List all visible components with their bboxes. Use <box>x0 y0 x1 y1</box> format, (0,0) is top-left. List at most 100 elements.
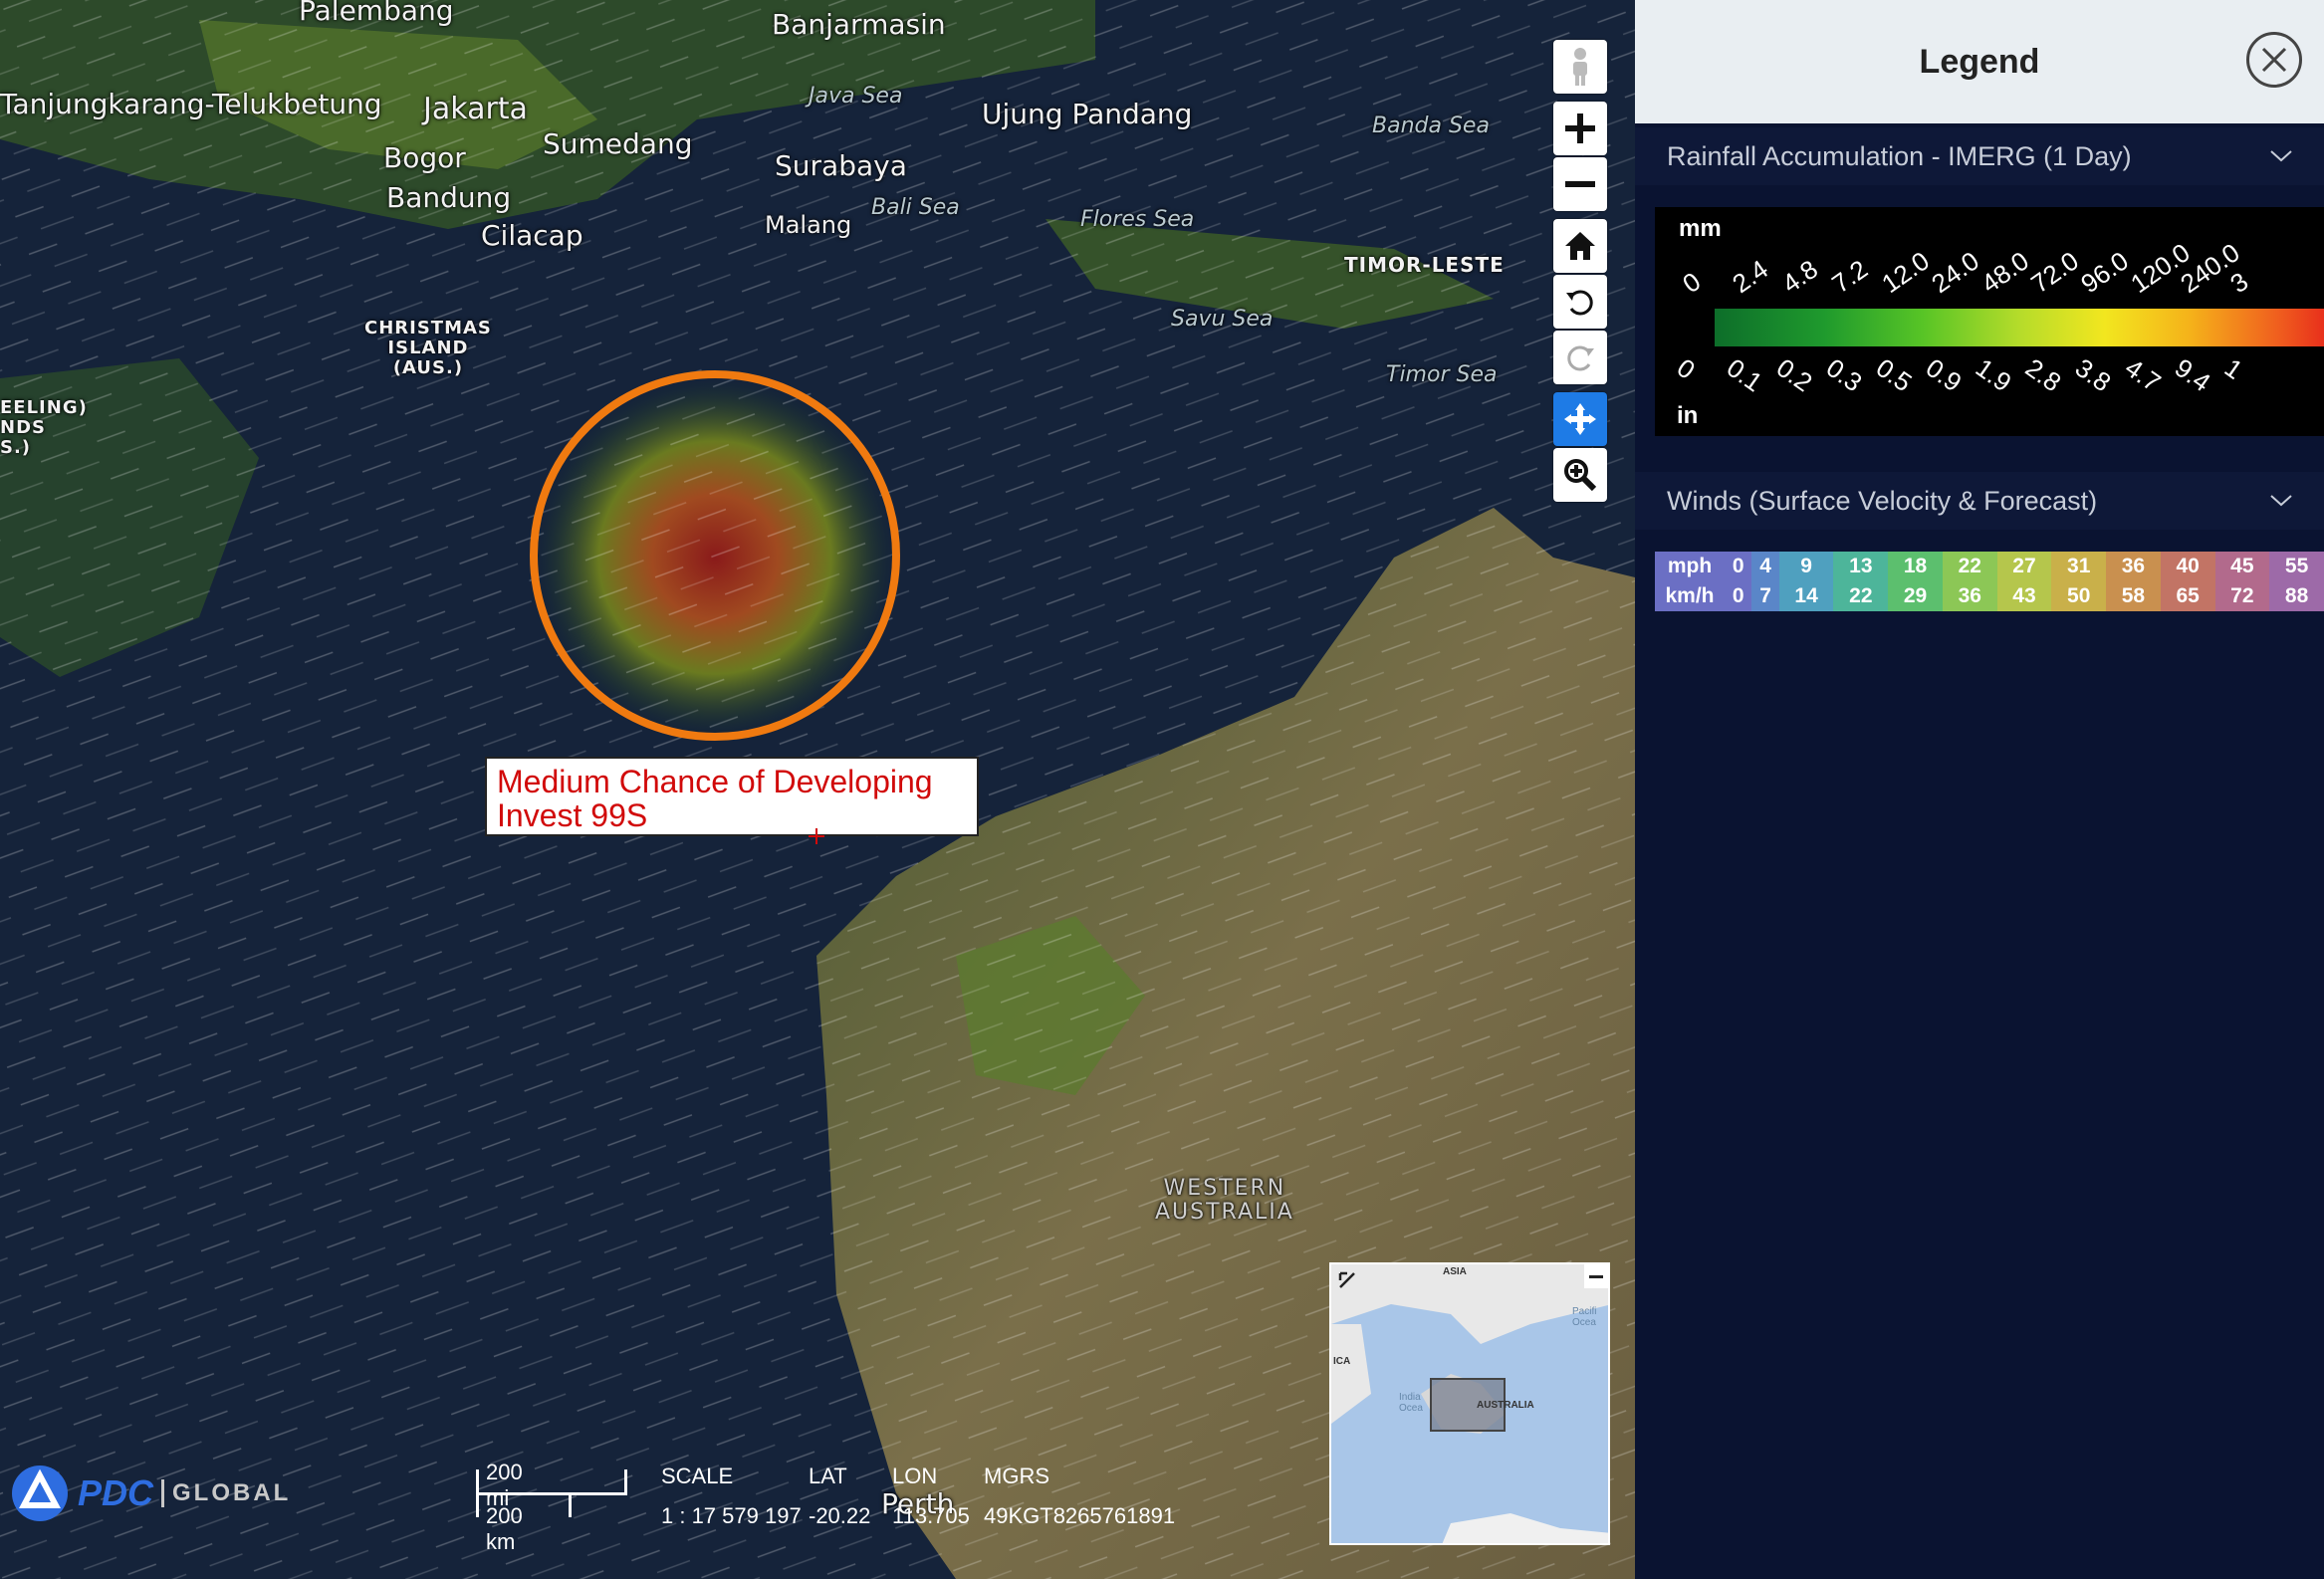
place-cocos-islands: EELING) NDS S.) <box>0 397 88 458</box>
zoom-in-button[interactable] <box>1553 102 1607 155</box>
place-timor-sea: Timor Sea <box>1386 362 1498 387</box>
rainfall-in-tick: 0.1 <box>1721 352 1768 398</box>
rainfall-in-tick: 3.8 <box>2069 352 2117 398</box>
rainfall-colorbar: mm in 0 2.4 4.8 7.2 12.0 24.0 48.0 72.0 96.0 120.… <box>1655 207 2324 436</box>
chevron-down-icon <box>2270 495 2292 507</box>
wind-kmh-cell: 72 <box>2214 581 2270 611</box>
place-tanjungkarang: Tanjungkarang-Telukbetung <box>0 88 382 120</box>
rainfall-in-tick: 2.8 <box>2019 352 2067 398</box>
zoom-out-button[interactable] <box>1553 157 1607 211</box>
callout-line-2: Invest 99S <box>497 797 648 833</box>
home-button[interactable] <box>1553 219 1607 273</box>
rainfall-mm-tick: 3 <box>2224 266 2254 300</box>
place-christmas-island: CHRISTMAS ISLAND (AUS.) <box>364 318 492 378</box>
crosshair-icon <box>809 828 824 844</box>
rainfall-in-tick: 1 <box>2218 352 2248 385</box>
minimap-collapse-button[interactable] <box>1584 1264 1608 1288</box>
place-banda-sea: Banda Sea <box>1372 113 1490 138</box>
wind-mph-cell: 45 <box>2214 552 2270 581</box>
street-view-icon <box>1573 48 1587 86</box>
minimap-label-africa: ICA <box>1333 1356 1351 1367</box>
wind-kmh-label: km/h <box>1655 581 1725 611</box>
wind-mph-cell: 9 <box>1778 552 1834 581</box>
zoom-in-icon <box>1565 113 1595 143</box>
rainfall-in-tick: 0.5 <box>1870 352 1918 398</box>
rainfall-mm-tick: 7.2 <box>1826 253 1874 300</box>
overview-minimap[interactable]: ASIA ICA Pacifi Ocea India Ocea AUSTRALI… <box>1329 1262 1610 1545</box>
rainfall-title: Rainfall Accumulation - IMERG (1 Day) <box>1667 140 2132 171</box>
place-flores-sea: Flores Sea <box>1080 207 1195 232</box>
place-cilacap: Cilacap <box>481 219 583 252</box>
wind-mph-row: mph 0 4 9 13 18 22 27 31 36 40 45 55 <box>1655 552 2324 581</box>
wind-speed-table: mph 0 4 9 13 18 22 27 31 36 40 45 55 km/h 0 7 14 22 29 3… <box>1655 552 2324 611</box>
place-bali-sea: Bali Sea <box>871 195 960 220</box>
rotate-left-icon <box>1566 290 1593 316</box>
home-icon <box>1565 232 1595 260</box>
wind-kmh-cell: 43 <box>1996 581 2052 611</box>
map-view[interactable]: Palembang Banjarmasin Tanjungkarang-Telu… <box>0 0 1635 1579</box>
rainfall-gradient <box>1715 309 2324 346</box>
scale-km-label: 200 km <box>486 1503 523 1554</box>
wind-kmh-cell: 65 <box>2160 581 2215 611</box>
rotate-left-button[interactable] <box>1553 275 1607 329</box>
minimap-land <box>1331 1264 1608 1543</box>
storm-callout[interactable]: Medium Chance of Developing Invest 99S <box>485 757 979 836</box>
lat-value: -20.22 <box>809 1503 871 1528</box>
place-jakarta: Jakarta <box>423 92 528 126</box>
zoom-out-icon <box>1565 181 1595 187</box>
legend-panel: Legend Rainfall Accumulation - IMERG (1 … <box>1635 0 2324 1579</box>
rainfall-section-header[interactable]: Rainfall Accumulation - IMERG (1 Day) <box>1635 127 2324 185</box>
wind-kmh-row: km/h 0 7 14 22 29 36 43 50 58 65 72 88 <box>1655 581 2324 611</box>
wind-kmh-cell: 58 <box>2106 581 2161 611</box>
place-western-australia: WESTERN AUSTRALIA <box>1155 1176 1294 1225</box>
place-bogor: Bogor <box>383 141 466 174</box>
legend-header: Legend <box>1635 0 2324 123</box>
map-toolbar <box>1553 40 1609 510</box>
rainfall-in-tick: 4.7 <box>2119 352 2167 398</box>
place-surabaya: Surabaya <box>775 149 907 182</box>
scale-label: SCALE <box>661 1464 734 1488</box>
place-banjarmasin: Banjarmasin <box>772 8 946 41</box>
rotate-right-icon <box>1567 345 1594 371</box>
logo-brand: PDC <box>78 1472 154 1513</box>
street-view-button[interactable] <box>1553 40 1607 94</box>
wind-mph-cell: 27 <box>1996 552 2052 581</box>
wind-kmh-cell: 7 <box>1751 581 1779 611</box>
place-ujung-pandang: Ujung Pandang <box>982 98 1193 130</box>
rainfall-mm-tick: 2.4 <box>1727 253 1774 300</box>
pan-button[interactable] <box>1553 392 1607 446</box>
close-legend-button[interactable] <box>2246 32 2302 88</box>
wind-kmh-cell: 0 <box>1725 581 1752 611</box>
wind-mph-cell: 36 <box>2106 552 2161 581</box>
place-bandung: Bandung <box>386 181 512 214</box>
close-icon <box>2261 47 2287 73</box>
winds-section-header[interactable]: Winds (Surface Velocity & Forecast) <box>1635 472 2324 530</box>
mgrs-value: 49KGT8265761891 <box>984 1503 1176 1528</box>
mgrs-label: MGRS <box>984 1464 1049 1488</box>
rotate-right-button[interactable] <box>1553 331 1607 384</box>
wind-mph-cell: 31 <box>2051 552 2107 581</box>
lat-label: LAT <box>809 1464 847 1488</box>
place-sumedang: Sumedang <box>543 127 693 160</box>
rainfall-unit-mm: mm <box>1679 215 1722 242</box>
zoom-box-button[interactable] <box>1553 448 1607 502</box>
pdc-logo: PDC GLOBAL <box>10 1464 291 1523</box>
minimap-expand-icon[interactable] <box>1337 1270 1357 1290</box>
zoom-box-icon <box>1564 459 1597 492</box>
wind-mph-cell: 40 <box>2160 552 2215 581</box>
rainfall-mm-tick: 0 <box>1677 266 1707 300</box>
wind-mph-cell: 18 <box>1888 552 1943 581</box>
minimap-label-indian: India Ocea <box>1399 1392 1423 1414</box>
rainfall-in-tick: 0.2 <box>1770 352 1818 398</box>
rainfall-unit-in: in <box>1677 402 1699 429</box>
place-savu-sea: Savu Sea <box>1171 307 1274 332</box>
chevron-down-icon <box>2270 150 2292 162</box>
winds-title: Winds (Surface Velocity & Forecast) <box>1667 485 2098 516</box>
place-malang: Malang <box>765 211 852 239</box>
rainfall-in-tick: 0 <box>1671 352 1701 385</box>
wind-kmh-cell: 50 <box>2051 581 2107 611</box>
logo-suffix: GLOBAL <box>161 1479 291 1507</box>
wind-mph-cell: 22 <box>1942 552 1997 581</box>
place-palembang: Palembang <box>299 0 454 27</box>
wind-kmh-cell: 29 <box>1888 581 1943 611</box>
